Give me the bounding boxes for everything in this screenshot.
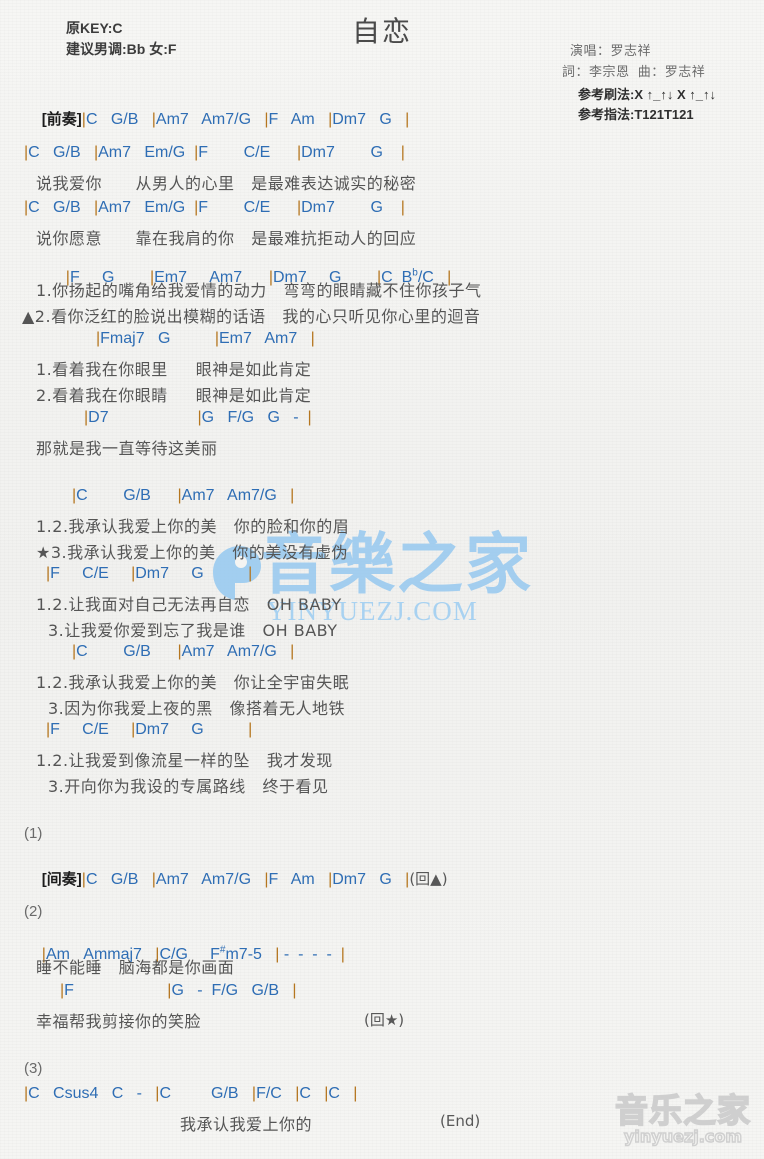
part2-cue: (回★) — [364, 1011, 405, 1029]
prechorus-lyric-2: ▲2.看你泛红的脸说出模糊的话语 我的心只听见你心里的迴音 — [22, 307, 481, 326]
part2-chords-2: |F |G - F/G G/B | — [60, 982, 297, 999]
interlude-label: [间奏] — [41, 871, 82, 888]
chorus-line2-chords: |F C/E |Dm7 G | — [46, 565, 253, 582]
chorus-line3-lyric-b: 3.因为你我爱上夜的黑 像搭着无人地铁 — [48, 699, 346, 718]
prechorus-chords-3: |D7 |G F/G G - | — [84, 409, 312, 426]
strum-pattern: 参考刷法:X ↑_↑↓ X ↑_↑↓ — [578, 87, 716, 102]
intro-line: [前奏]|C G/B |Am7 Am7/G |F Am |Dm7 G | — [24, 90, 410, 147]
part1-cue: (回▲) — [409, 870, 448, 888]
part2-number: (2) — [24, 903, 43, 920]
chorus-line2-lyric-a: 1.2.让我面对自己无法再自恋 OH BABY — [36, 595, 342, 614]
writer-credit: 詞：李宗恩 曲：罗志祥 — [562, 64, 706, 79]
chorus-line1-chords: |C G/B |Am7 Am7/G | — [72, 487, 295, 504]
part3-lyric: 我承认我爱上你的 — [180, 1115, 313, 1134]
part3-chords: |C Csus4 C - |C G/B |F/C |C |C | — [24, 1085, 358, 1102]
chorus-line3-chords: |C G/B |Am7 Am7/G | — [72, 643, 295, 660]
intro-label: [前奏] — [41, 111, 82, 128]
part1-number: (1) — [24, 825, 43, 842]
chorus-line2-lyric-b: 3.让我爱你爱到忘了我是谁 OH BABY — [48, 621, 338, 640]
prechorus-lyric-1: 1.你扬起的嘴角给我爱情的动力 弯弯的眼睛藏不住你孩子气 — [36, 281, 482, 300]
part2-lyric-2: 幸福帮我剪接你的笑脸 — [36, 1012, 202, 1031]
prechorus-lyric-3: 1.看着我在你眼里 眼神是如此肯定 — [36, 360, 312, 379]
verse1-line1-chords: |C G/B |Am7 Em/G |F C/E |Dm7 G | — [24, 144, 405, 161]
part2-lyric-1: 睡不能睡 脑海都是你画面 — [36, 958, 235, 977]
chorus-line1-lyric-a: 1.2.我承认我爱上你的美 你的脸和你的眉 — [36, 517, 350, 536]
prechorus-chords-2: |Fmaj7 G |Em7 Am7 | — [96, 330, 315, 347]
verse1-line1-lyric: 说我爱你 从男人的心里 是最难表达诚实的秘密 — [36, 174, 417, 193]
part3-cue: (End) — [440, 1112, 481, 1130]
part3-number: (3) — [24, 1060, 43, 1077]
prechorus-lyric-5: 那就是我一直等待这美丽 — [36, 439, 218, 458]
verse1-line2-lyric: 说你愿意 靠在我肩的你 是最难抗拒动人的回应 — [36, 229, 417, 248]
singer-credit: 演唱：罗志祥 — [570, 43, 652, 58]
chorus-line4-chords: |F C/E |Dm7 G | — [46, 721, 253, 738]
chorus-line4-lyric-b: 3.开向你为我设的专属路线 终于看见 — [48, 777, 329, 796]
prechorus-lyric-4: 2.看着我在你眼睛 眼神是如此肯定 — [36, 386, 312, 405]
chorus-line1-lyric-b: ★3.我承认我爱上你的美 你的美没有虚伪 — [36, 543, 348, 562]
intro-chords: |C G/B |Am7 Am7/G |F Am |Dm7 G | — [81, 111, 410, 128]
part1-line: [间奏]|C G/B |Am7 Am7/G |F Am |Dm7 G |(回▲) — [24, 850, 448, 907]
verse1-line2-chords: |C G/B |Am7 Em/G |F C/E |Dm7 G | — [24, 199, 405, 216]
chorus-line4-lyric-a: 1.2.让我爱到像流星一样的坠 我才发现 — [36, 751, 333, 770]
fingering-pattern: 参考指法:T121T121 — [578, 107, 694, 122]
chorus-line3-lyric-a: 1.2.我承认我爱上你的美 你让全宇宙失眠 — [36, 673, 350, 692]
part1-chords: |C G/B |Am7 Am7/G |F Am |Dm7 G | — [81, 871, 410, 888]
